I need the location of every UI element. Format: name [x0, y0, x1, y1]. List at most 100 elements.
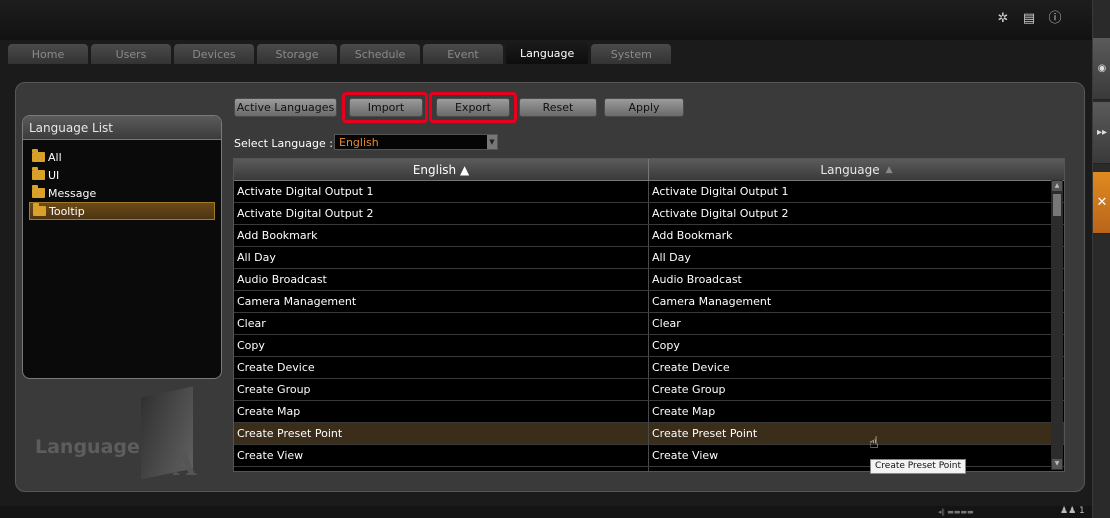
language-cell[interactable]: All Day [649, 247, 1064, 268]
language-cell[interactable]: Create Preset Point [649, 423, 1064, 444]
language-cell[interactable]: Camera Management [649, 291, 1064, 312]
grid-header: English ▲ Language ▲ [234, 159, 1064, 181]
translation-grid: English ▲ Language ▲ Activate Digital Ou… [233, 158, 1065, 472]
tab-users[interactable]: Users [91, 44, 171, 64]
volume-icon[interactable]: ◂‖ ▬▬▬▬ [938, 508, 1013, 516]
tree-item-label: All [48, 150, 62, 164]
users-icon: ♟♟ [1060, 506, 1077, 516]
tree-item-ui[interactable]: UI [29, 166, 215, 184]
reset-button[interactable]: Reset [519, 98, 597, 117]
expand-icon[interactable]: ▸▸ [1093, 102, 1110, 164]
language-select-value: English [339, 136, 379, 149]
english-cell[interactable]: Create Device [234, 357, 649, 378]
english-cell[interactable]: Audio Broadcast [234, 269, 649, 290]
english-cell[interactable]: Create Preset Point [234, 423, 649, 444]
language-cell[interactable]: Create Device [649, 357, 1064, 378]
column-header-english-label: English ▲ [412, 162, 470, 177]
language-logo-text: Language [35, 436, 140, 458]
export-highlight [429, 92, 517, 123]
language-cell[interactable]: Copy [649, 335, 1064, 356]
table-row[interactable]: Activate Digital Output 2 Activate Digita… [234, 203, 1064, 225]
tree-item-label: Tooltip [49, 204, 85, 218]
tools-icon[interactable]: ✕ [1093, 172, 1110, 234]
language-logo-glyph: A [173, 448, 197, 483]
bottom-bar: ◂‖ ▬▬▬▬ ♟♟ 1 [0, 506, 1092, 518]
document-icon[interactable]: ▤ [1022, 12, 1036, 26]
folder-icon [32, 149, 45, 162]
tooltip: Create Preset Point [870, 459, 967, 474]
folder-icon [32, 167, 45, 180]
english-cell[interactable]: Copy [234, 335, 649, 356]
table-row[interactable]: Create Preset Point Create Preset Point [234, 423, 1064, 445]
tab-language[interactable]: Language [506, 42, 589, 64]
language-cell[interactable]: Activate Digital Output 2 [649, 203, 1064, 224]
english-cell[interactable]: DI [234, 467, 649, 471]
scrollbar-thumb[interactable] [1053, 194, 1061, 216]
folder-icon [32, 185, 45, 198]
gear-icon[interactable]: ✲ [996, 12, 1010, 26]
language-cell[interactable]: Create View [649, 445, 1064, 466]
english-cell[interactable]: Create Map [234, 401, 649, 422]
table-row[interactable]: Audio Broadcast Audio Broadcast [234, 269, 1064, 291]
column-header-language[interactable]: Language ▲ [649, 159, 1064, 180]
tree-item-all[interactable]: All [29, 148, 215, 166]
language-cell[interactable]: DI [649, 467, 1064, 471]
column-header-language-label: Language [820, 162, 880, 177]
english-cell[interactable]: Create Group [234, 379, 649, 400]
language-cell[interactable]: Create Map [649, 401, 1064, 422]
language-tree: All UI Message Tooltip [23, 140, 221, 228]
table-row[interactable]: Copy Copy [234, 335, 1064, 357]
eye-icon[interactable]: ◉ [1093, 38, 1110, 100]
grid-scrollbar[interactable]: ▲ ▼ [1051, 180, 1063, 470]
tree-item-message[interactable]: Message [29, 184, 215, 202]
table-row[interactable]: Create Map Create Map [234, 401, 1064, 423]
language-cell[interactable]: Audio Broadcast [649, 269, 1064, 290]
english-cell[interactable]: Activate Digital Output 2 [234, 203, 649, 224]
scroll-down-icon[interactable]: ▼ [1052, 459, 1062, 469]
folder-icon [33, 203, 46, 216]
hand-cursor-icon: ☝ [869, 433, 879, 452]
english-cell[interactable]: All Day [234, 247, 649, 268]
language-cell[interactable]: Add Bookmark [649, 225, 1064, 246]
active-languages-button[interactable]: Active Languages [234, 98, 337, 117]
table-row[interactable]: Camera Management Camera Management [234, 291, 1064, 313]
tab-system[interactable]: System [591, 44, 672, 64]
info-icon[interactable]: ⓘ [1048, 12, 1062, 26]
tree-item-label: Message [48, 186, 97, 200]
table-row[interactable]: Create Group Create Group [234, 379, 1064, 401]
language-cell[interactable]: Activate Digital Output 1 [649, 181, 1064, 202]
top-icons: ✲ ▤ ⓘ [996, 12, 1062, 26]
table-row[interactable]: Activate Digital Output 1 Activate Digita… [234, 181, 1064, 203]
language-logo: Language A [33, 386, 213, 483]
user-count: ♟♟ 1 [1060, 506, 1085, 516]
tab-devices[interactable]: Devices [174, 44, 254, 64]
tab-storage[interactable]: Storage [257, 44, 337, 64]
language-cell[interactable]: Create Group [649, 379, 1064, 400]
english-cell[interactable]: Add Bookmark [234, 225, 649, 246]
select-language-label: Select Language : [234, 137, 333, 150]
english-cell[interactable]: Clear [234, 313, 649, 334]
english-cell[interactable]: Create View [234, 445, 649, 466]
import-highlight [342, 92, 428, 123]
tab-event[interactable]: Event [423, 44, 503, 64]
language-list-panel: Language List All UI Message Tooltip [22, 115, 222, 379]
tree-item-tooltip[interactable]: Tooltip [29, 202, 215, 220]
tab-schedule[interactable]: Schedule [340, 44, 420, 64]
scroll-up-icon[interactable]: ▲ [1052, 181, 1062, 191]
chevron-down-icon[interactable]: ▼ [487, 135, 497, 149]
table-row[interactable]: Add Bookmark Add Bookmark [234, 225, 1064, 247]
table-row[interactable]: All Day All Day [234, 247, 1064, 269]
english-cell[interactable]: Camera Management [234, 291, 649, 312]
table-row[interactable]: Clear Clear [234, 313, 1064, 335]
table-row[interactable]: Create Device Create Device [234, 357, 1064, 379]
column-header-english[interactable]: English ▲ [234, 159, 649, 180]
main-tabs: Home Users Devices Storage Schedule Even… [8, 42, 674, 64]
user-count-value: 1 [1079, 506, 1085, 516]
language-cell[interactable]: Clear [649, 313, 1064, 334]
tab-home[interactable]: Home [8, 44, 88, 64]
right-rail: ◉ ▸▸ ✕ [1092, 0, 1110, 518]
english-cell[interactable]: Activate Digital Output 1 [234, 181, 649, 202]
apply-button[interactable]: Apply [604, 98, 684, 117]
language-select[interactable]: English ▼ [334, 134, 498, 150]
tree-item-label: UI [48, 168, 60, 182]
